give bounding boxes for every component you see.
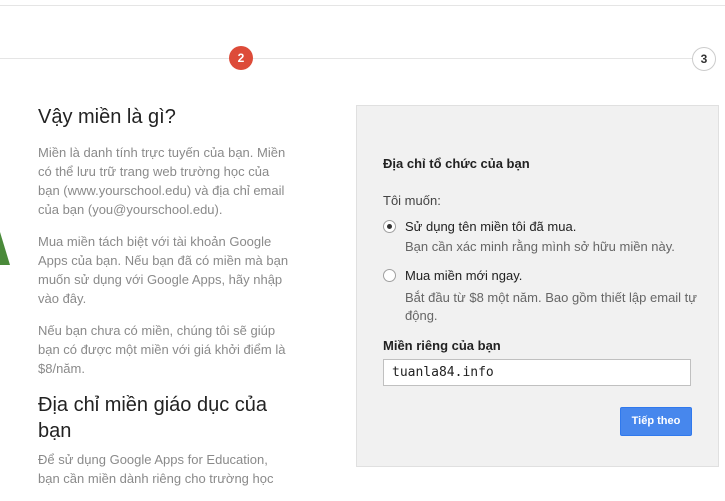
paragraph-domain-definition: Miền là danh tính trực tuyến của bạn. Mi… [38, 145, 286, 217]
decorative-arrow-icon [0, 232, 10, 265]
option-use-existing-label[interactable]: Sử dụng tên miền tôi đã mua. [405, 218, 576, 236]
option-use-existing-desc: Bạn cần xác minh rằng mình sở hữu miền n… [405, 239, 675, 254]
option-buy-new-label[interactable]: Mua miền mới ngay. [405, 267, 522, 285]
progress-step-2: 2 [229, 46, 253, 70]
radio-use-existing-domain[interactable] [383, 220, 396, 233]
top-bar [0, 0, 725, 6]
heading-what-is-domain: Vậy miền là gì? [38, 106, 176, 128]
next-button[interactable]: Tiếp theo [620, 407, 692, 436]
panel-title: Địa chỉ tổ chức của bạn [383, 156, 530, 171]
progress-step-3: 3 [692, 47, 716, 71]
progress-track [0, 58, 700, 59]
domain-label: Miền riêng của bạn [383, 338, 501, 353]
paragraph-education-domain: Để sử dụng Google Apps for Education, bạ… [38, 452, 274, 486]
option-use-existing-domain[interactable]: Sử dụng tên miền tôi đã mua. [383, 218, 576, 236]
organization-address-panel: Địa chỉ tổ chức của bạn Tôi muốn: Sử dụn… [356, 105, 719, 467]
heading-education-domain: Địa chỉ miền giáo dục của bạn [38, 394, 268, 442]
radio-buy-new-domain[interactable] [383, 269, 396, 282]
domain-input[interactable] [383, 359, 691, 386]
paragraph-no-domain: Nếu bạn chưa có miền, chúng tôi sẽ giúp … [38, 323, 286, 376]
want-label: Tôi muốn: [383, 193, 441, 208]
paragraph-domain-separate: Mua miền tách biệt với tài khoản Google … [38, 234, 289, 306]
option-buy-new-desc: Bắt đầu từ $8 một năm. Bao gồm thiết lập… [405, 290, 697, 323]
info-column: Vậy miền là gì? Miền là danh tính trực t… [38, 104, 290, 501]
option-buy-new-domain[interactable]: Mua miền mới ngay. [383, 267, 522, 285]
